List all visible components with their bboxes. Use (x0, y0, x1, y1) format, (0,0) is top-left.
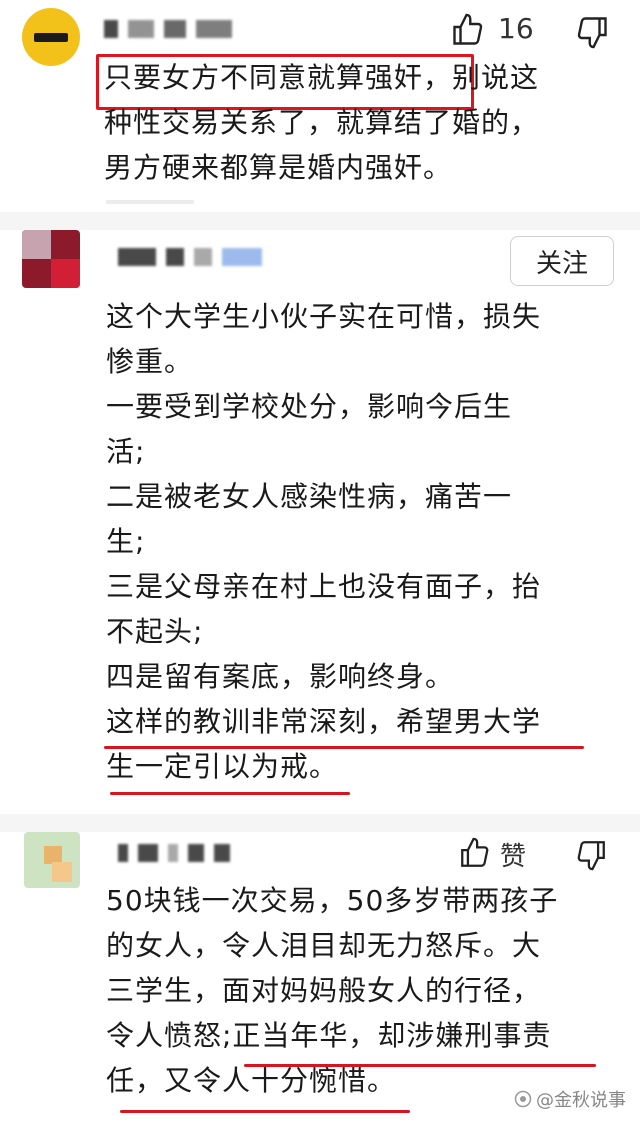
red-underline (110, 792, 350, 795)
text-line: 的女人，令人泪目却无力怒斥。大 (106, 929, 542, 962)
watermark-logo-icon (514, 1090, 532, 1108)
text-line: 种性交易关系了，就算结了婚的， (104, 106, 540, 139)
text-line: 生; (106, 525, 146, 558)
watermark-text: @金秋说事 (536, 1090, 626, 1111)
reply-collapse-bar (106, 200, 194, 204)
follow-button[interactable]: 关注 (510, 236, 614, 286)
watermark: @金秋说事 (514, 1086, 626, 1112)
like-count: 16 (498, 12, 534, 45)
text-line: 只要女方不同意就算强奸，别说这 (104, 61, 540, 94)
thumbs-down-icon[interactable] (574, 14, 610, 50)
comment-1: 16 只要女方不同意就算强奸，别说这 种性交易关系了，就算结了婚的， 男方硬来都… (0, 0, 640, 210)
text-line: 二是被老女人感染性病，痛苦一 (106, 480, 513, 513)
comment-text: 这个大学生小伙子实在可惜，损失 惨重。 一要受到学校处分，影响今后生 活; 二是… (106, 294, 606, 789)
text-line: 不起头; (106, 615, 204, 648)
like-label[interactable]: 赞 (500, 836, 526, 873)
red-underline (120, 1110, 410, 1113)
red-underline (104, 746, 584, 749)
text-line: 50块钱一次交易，50多岁带两孩子 (106, 884, 559, 917)
username-redacted[interactable] (104, 20, 232, 38)
avatar[interactable] (24, 832, 80, 888)
username-redacted[interactable] (118, 248, 262, 266)
text-line: 四是留有案底，影响终身。 (106, 660, 455, 693)
comment-2: 关注 这个大学生小伙子实在可惜，损失 惨重。 一要受到学校处分，影响今后生 活;… (0, 230, 640, 810)
avatar[interactable] (22, 230, 80, 288)
text-line: 男方硬来都算是婚内强奸。 (104, 151, 453, 184)
thumbs-up-icon[interactable] (458, 836, 492, 870)
text-line: 这个大学生小伙子实在可惜，损失 (106, 300, 542, 333)
comment-3: 赞 50块钱一次交易，50多岁带两孩子 的女人，令人泪目却无力怒斥。大 三学生，… (0, 832, 640, 1124)
avatar[interactable] (22, 8, 80, 66)
text-line: 三学生，面对妈妈般女人的行径， (106, 974, 542, 1007)
comment-divider (0, 814, 640, 832)
text-line: 三是父母亲在村上也没有面子，抬 (106, 570, 542, 603)
text-line: 令人愤怒;正当年华，却涉嫌刑事责 (106, 1019, 552, 1052)
text-line: 一要受到学校处分，影响今后生 (106, 390, 513, 423)
thumbs-down-icon[interactable] (574, 838, 608, 872)
text-line: 活; (106, 435, 146, 468)
text-line: 生一定引以为戒。 (106, 750, 339, 783)
text-line: 惨重。 (106, 345, 194, 378)
text-line: 这样的教训非常深刻，希望男大学 (106, 705, 542, 738)
comment-divider (0, 212, 640, 230)
thumbs-up-icon[interactable] (450, 12, 486, 48)
red-underline (244, 1064, 596, 1067)
comment-text: 只要女方不同意就算强奸，别说这 种性交易关系了，就算结了婚的， 男方硬来都算是婚… (104, 55, 604, 190)
comment-text: 50块钱一次交易，50多岁带两孩子 的女人，令人泪目却无力怒斥。大 三学生，面对… (106, 878, 606, 1103)
username-redacted[interactable] (118, 844, 230, 862)
